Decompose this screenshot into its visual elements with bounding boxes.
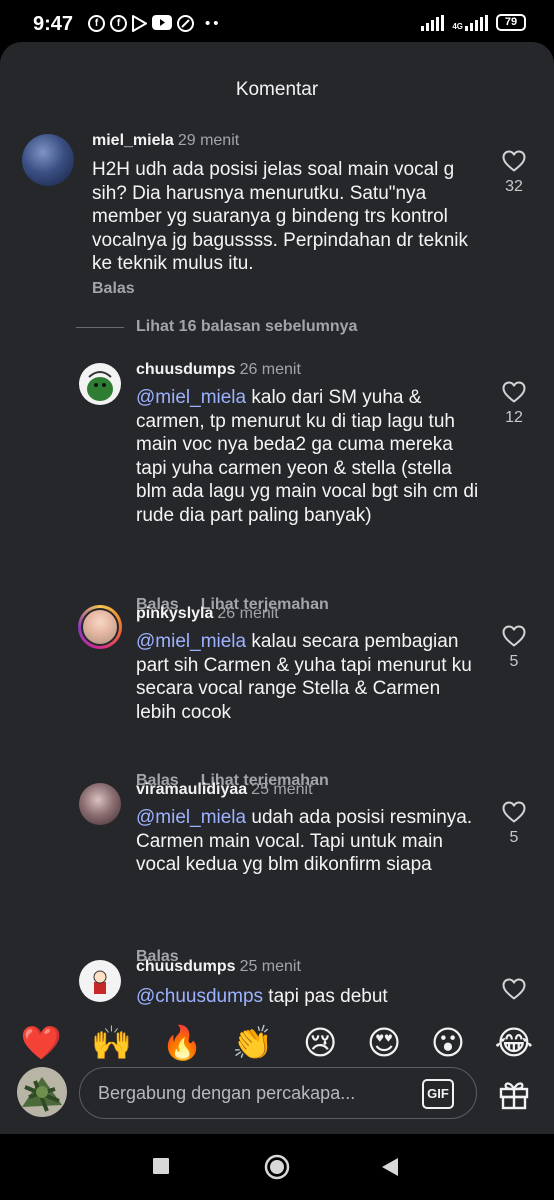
comment-time: 29 menit — [177, 132, 240, 149]
sheet-title: Komentar — [235, 79, 319, 100]
comment-username[interactable]: viramaulidiyaa — [136, 781, 247, 798]
emoji-clapping[interactable]: 👏 — [232, 1023, 273, 1063]
view-previous-replies-label: Lihat 16 balasan sebelumnya — [136, 318, 358, 335]
battery-icon: 79 — [496, 14, 526, 31]
system-icons: 4G 79 — [421, 14, 526, 31]
avatar[interactable] — [78, 605, 122, 649]
comment-time: 25 menit — [251, 781, 313, 798]
comment-username[interactable]: chuusdumps — [136, 361, 236, 378]
emoji-heart[interactable]: ❤️ — [21, 1023, 62, 1063]
heart-icon[interactable] — [502, 801, 526, 823]
emoji-heart-eyes[interactable]: 😍 — [367, 1023, 401, 1063]
comment-text: @miel_miela udah ada posisi resminya. Ca… — [136, 806, 481, 877]
gift-icon[interactable] — [496, 1075, 532, 1111]
mention-link[interactable]: @miel_miela — [136, 631, 246, 652]
like-count: 12 — [505, 409, 523, 426]
comment-time: 25 menit — [239, 958, 301, 975]
more-dots-icon: •• — [205, 15, 222, 32]
notification-icons: f f •• — [88, 15, 222, 32]
divider — [76, 326, 124, 328]
system-navigation-bar — [0, 1134, 554, 1200]
like-count: 5 — [509, 653, 519, 670]
mention-link[interactable]: @miel_miela — [136, 807, 246, 828]
avatar[interactable] — [22, 134, 74, 186]
emoji-laughing[interactable]: 😂 — [495, 1023, 534, 1063]
comment-text: @miel_miela kalau secara pembagian part … — [136, 630, 481, 724]
heart-icon[interactable] — [502, 381, 526, 403]
status-time: 9:47 — [33, 13, 74, 35]
comment-text: @chuusdumps tapi pas debut — [136, 985, 481, 1009]
avatar[interactable] — [79, 783, 121, 825]
youtube-icon — [152, 15, 172, 32]
mention-link[interactable]: @miel_miela — [136, 387, 246, 408]
signal-icon — [421, 14, 445, 31]
gif-button[interactable]: GIF — [422, 1079, 454, 1109]
comment-time: 26 menit — [239, 361, 301, 378]
avatar[interactable] — [79, 960, 121, 1002]
facebook-icon: f — [110, 15, 127, 32]
emoji-fire[interactable]: 🔥 — [162, 1023, 203, 1063]
facebook-icon: f — [88, 15, 105, 32]
comment-body: tapi pas debut — [263, 986, 388, 1007]
play-store-icon — [132, 15, 147, 32]
emoji-reaction-bar: ❤️ 🙌 🔥 👏 😢 😍 😮 😂 — [0, 1018, 554, 1068]
comment-text: @miel_miela kalo dari SM yuha & carmen, … — [136, 386, 481, 527]
own-avatar — [17, 1067, 67, 1117]
signal-icon — [465, 14, 488, 31]
heart-icon[interactable] — [502, 625, 526, 647]
home-button[interactable] — [264, 1154, 290, 1185]
like-count: 5 — [509, 829, 519, 846]
emoji-raised-hands[interactable]: 🙌 — [91, 1023, 132, 1063]
heart-icon[interactable] — [502, 978, 526, 1000]
comments-sheet: Komentar miel_miela 29 menit H2H udh ada … — [0, 42, 554, 1134]
like-control — [494, 978, 534, 1000]
comment-username[interactable]: chuusdumps — [136, 958, 236, 975]
emoji-surprised[interactable]: 😮 — [431, 1023, 465, 1063]
avatar[interactable] — [79, 363, 121, 405]
reply-button[interactable]: Balas — [92, 280, 135, 297]
comment-input[interactable] — [98, 1080, 408, 1106]
like-control: 5 — [494, 801, 534, 847]
mention-link[interactable]: @chuusdumps — [136, 986, 263, 1007]
like-control: 32 — [494, 150, 534, 196]
comment-composer: GIF — [0, 1062, 554, 1132]
comment-time: 26 menit — [217, 605, 279, 622]
comment-input-field: GIF — [79, 1067, 477, 1119]
emoji-crying[interactable]: 😢 — [303, 1023, 337, 1063]
comment-username[interactable]: pinkyslyla — [136, 605, 213, 622]
heart-icon[interactable] — [502, 150, 526, 172]
browser-icon — [177, 15, 194, 32]
view-previous-replies[interactable]: Lihat 16 balasan sebelumnya — [76, 318, 357, 336]
recents-button[interactable] — [152, 1157, 170, 1180]
comment-username[interactable]: miel_miela — [92, 132, 174, 149]
like-control: 12 — [494, 381, 534, 427]
network-type: 4G — [452, 21, 463, 31]
back-button[interactable] — [380, 1156, 400, 1183]
like-count: 32 — [505, 178, 523, 195]
comment-text: H2H udh ada posisi jelas soal main vocal… — [92, 158, 487, 276]
like-control: 5 — [494, 625, 534, 671]
status-bar: 9:47 f f •• 4G 79 — [0, 0, 554, 48]
comment-body: H2H udh ada posisi jelas soal main vocal… — [92, 159, 469, 274]
